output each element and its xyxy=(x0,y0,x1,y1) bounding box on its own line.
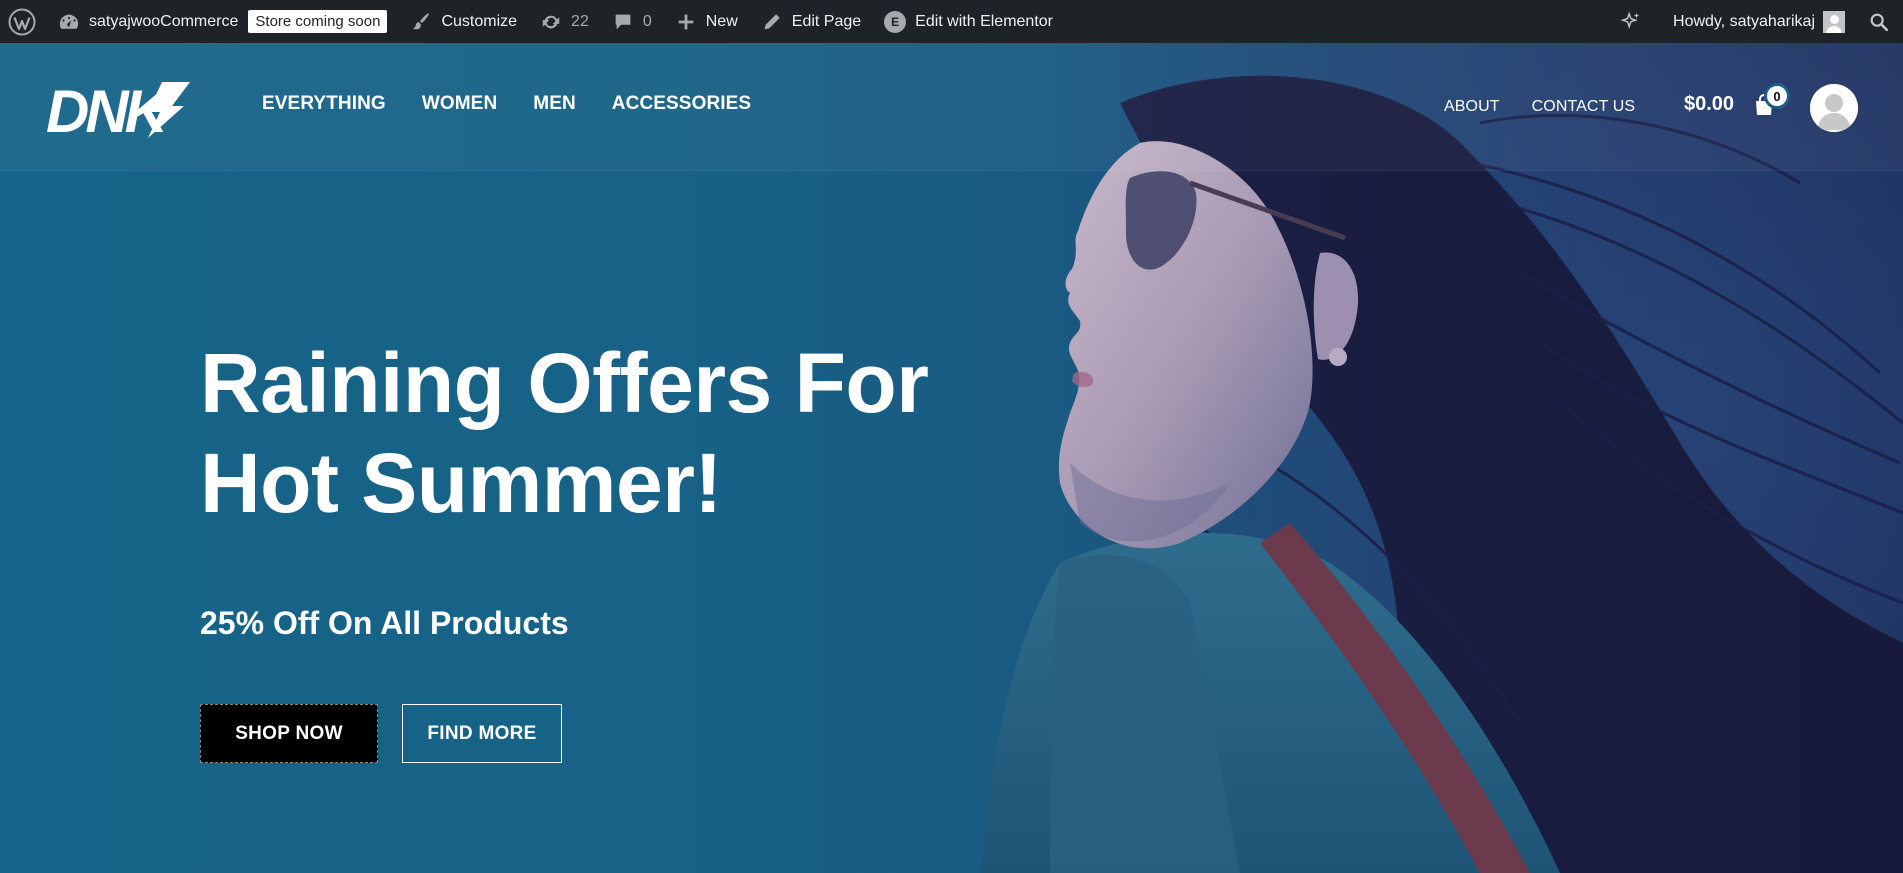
plus-icon xyxy=(674,10,698,34)
dnk-logo[interactable]: DNK xyxy=(44,78,190,145)
hero-title: Raining Offers For Hot Summer! xyxy=(200,333,960,533)
site-name-label: satyajwooCommerce xyxy=(89,12,239,30)
sparkle-icon xyxy=(1619,10,1643,34)
hero-title-line-1: Raining Offers For xyxy=(200,336,929,430)
header-cart[interactable]: $0.00 xyxy=(1684,93,1774,116)
ai-sparkle-button[interactable] xyxy=(1608,0,1662,43)
user-avatar-icon xyxy=(1810,84,1858,132)
pencil-icon xyxy=(760,10,784,34)
nav-women[interactable]: WOMEN xyxy=(422,93,497,115)
site-name-menu[interactable]: satyajwooCommerce Store coming soon xyxy=(46,0,398,43)
edit-page-label: Edit Page xyxy=(791,12,862,30)
search-icon xyxy=(1867,10,1891,34)
admin-bar-left: satyajwooCommerce Store coming soon Cust… xyxy=(0,0,1064,43)
elementor-glyph: E xyxy=(884,10,907,33)
admin-avatar xyxy=(1823,10,1845,33)
new-content-menu[interactable]: New xyxy=(663,0,749,43)
updates-link[interactable]: 22 xyxy=(528,0,600,43)
nav-everything[interactable]: EVERYTHING xyxy=(262,93,386,115)
paintbrush-icon xyxy=(409,10,433,34)
comment-bubble-icon xyxy=(611,10,635,34)
edit-with-elementor-link[interactable]: E Edit with Elementor xyxy=(872,0,1064,43)
my-account-menu[interactable]: Howdy, satyaharikaj xyxy=(1662,0,1856,43)
wordpress-menu[interactable] xyxy=(0,0,46,43)
secondary-navigation: ABOUT CONTACT US xyxy=(1444,98,1635,116)
site-header: DNK EVERYTHING WOMEN MEN ACCESSORIES ABO… xyxy=(0,43,1903,171)
store-coming-soon-badge[interactable]: Store coming soon xyxy=(248,10,388,33)
edit-page-link[interactable]: Edit Page xyxy=(749,0,872,43)
nav-accessories[interactable]: ACCESSORIES xyxy=(612,93,751,115)
howdy-label: Howdy, satyaharikaj xyxy=(1673,12,1815,30)
comments-link[interactable]: 0 xyxy=(600,0,663,43)
customize-link[interactable]: Customize xyxy=(398,0,528,43)
elementor-icon: E xyxy=(883,10,907,34)
hero-section: DNK EVERYTHING WOMEN MEN ACCESSORIES ABO… xyxy=(0,43,1903,873)
nav-about[interactable]: ABOUT xyxy=(1444,98,1500,116)
user-account-avatar[interactable] xyxy=(1810,84,1858,132)
comments-count: 0 xyxy=(642,12,652,30)
customize-label: Customize xyxy=(441,12,518,30)
updates-refresh-icon xyxy=(539,10,563,34)
shop-now-button[interactable]: SHOP NOW xyxy=(200,704,378,763)
find-more-button[interactable]: FIND MORE xyxy=(402,704,562,763)
nav-contact-us[interactable]: CONTACT US xyxy=(1532,98,1636,116)
admin-bar-right: Howdy, satyaharikaj xyxy=(1608,0,1903,43)
edit-elementor-label: Edit with Elementor xyxy=(915,12,1053,30)
hero-title-line-2: Hot Summer! xyxy=(200,436,722,530)
wordpress-logo-icon xyxy=(8,8,36,36)
new-label: New xyxy=(705,12,738,30)
updates-count: 22 xyxy=(571,12,589,30)
admin-search-button[interactable] xyxy=(1856,0,1903,43)
wp-admin-bar: satyajwooCommerce Store coming soon Cust… xyxy=(0,0,1903,43)
dnk-logo-icon: DNK xyxy=(46,78,190,145)
cart-count-badge: 0 xyxy=(1764,83,1790,109)
main-navigation: EVERYTHING WOMEN MEN ACCESSORIES xyxy=(262,93,751,115)
dashboard-gauge-icon xyxy=(57,10,81,34)
nav-men[interactable]: MEN xyxy=(533,93,576,115)
cart-total[interactable]: $0.00 xyxy=(1684,93,1734,116)
hero-subtitle: 25% Off On All Products xyxy=(200,605,569,641)
